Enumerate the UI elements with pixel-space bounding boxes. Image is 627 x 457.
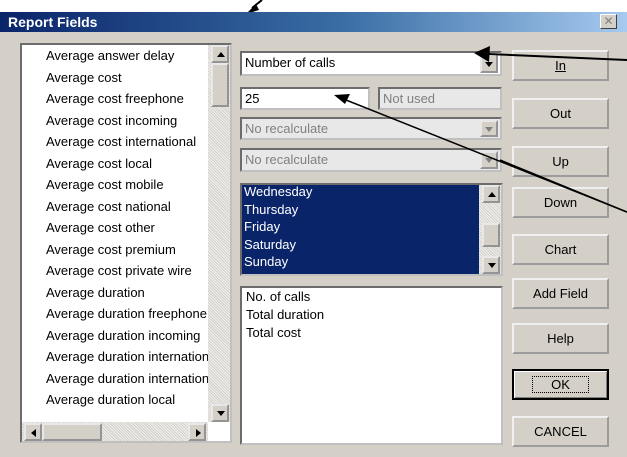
annotation-arrows <box>334 46 627 213</box>
